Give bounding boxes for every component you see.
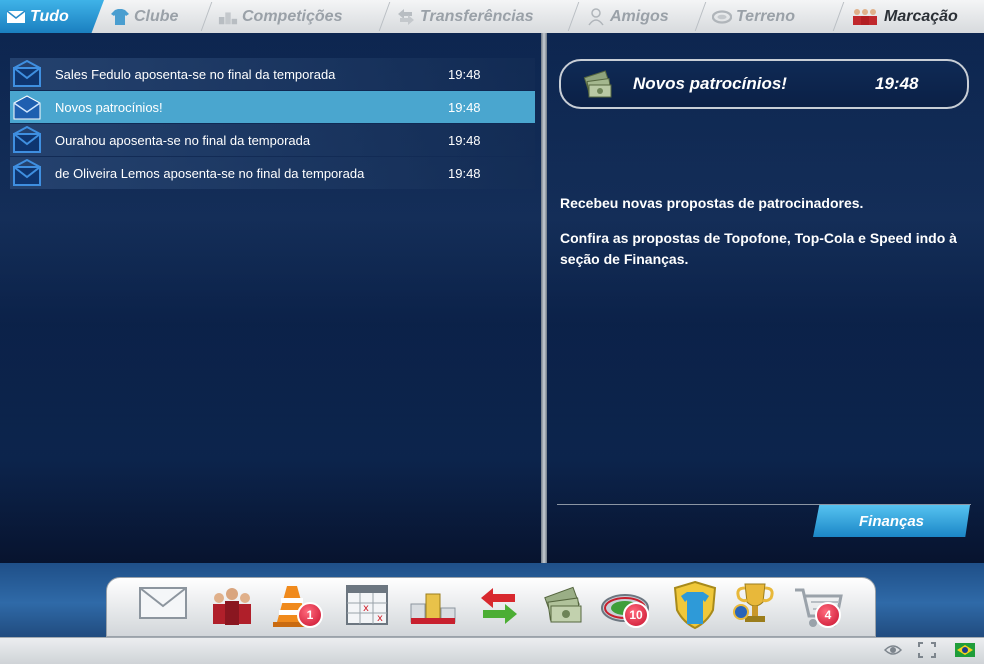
svg-text:x: x [377,613,383,624]
message-title: Novos patrocínios! [633,74,787,93]
tab-marcacao[interactable]: Marcação [844,0,984,33]
dock-competitions-button[interactable] [405,578,461,634]
dock-mail-button[interactable] [135,578,191,634]
message-row[interactable]: de Oliveira Lemos aposenta-se no final d… [10,157,535,189]
eye-icon[interactable] [884,642,902,658]
envelope-open-icon [13,95,41,120]
message-subject: Novos patrocínios! [55,99,163,115]
tab-tudo[interactable]: Tudo [0,0,104,33]
status-bar [0,637,984,664]
dock-training-button[interactable]: 1 [267,578,323,634]
bottom-dock: 1 xx 10 4 [106,577,876,637]
envelope-icon [6,9,26,23]
dock-transfers-button[interactable] [471,578,527,634]
top-tab-bar: Tudo Clube Competições Transferências Am… [0,0,984,34]
dock-club-button[interactable] [667,578,723,634]
money-icon [583,70,612,98]
dock-shop-button[interactable]: 4 [791,578,847,634]
podium-icon [410,593,456,624]
message-row-selected[interactable]: Novos patrocínios! 19:48 [10,91,535,123]
envelope-icon [13,126,41,153]
tab-label: Clube [134,7,179,25]
tab-label: Marcação [884,7,958,25]
svg-text:x: x [363,603,369,614]
person-icon [588,7,604,25]
tab-transferencias[interactable]: Transferências [390,0,578,33]
financas-button[interactable]: Finanças [813,505,970,537]
dock-trophies-button[interactable] [727,578,783,634]
trophy-icon [733,583,774,622]
envelope-icon [13,60,41,87]
message-row[interactable]: Ourahou aposenta-se no final da temporad… [10,124,535,156]
message-time: 19:48 [448,165,481,181]
tab-clube[interactable]: Clube [104,0,204,33]
message-row[interactable]: Sales Fedulo aposenta-se no final da tem… [10,58,535,90]
brazil-flag-icon[interactable] [955,642,975,658]
shirt-shield-icon [673,580,717,630]
tab-label: Tudo [30,7,69,25]
dock-stadium-button[interactable]: 10 [599,578,655,634]
fullscreen-icon[interactable] [918,642,936,658]
message-paragraph: Confira as propostas de Topofone, Top-Co… [560,230,957,267]
transfer-arrows-icon [398,8,414,25]
notification-badge: 1 [297,602,323,628]
tab-label: Transferências [420,7,534,25]
money-icon [544,586,582,623]
tab-amigos[interactable]: Amigos [580,0,698,33]
tab-label: Amigos [610,7,669,25]
tab-competicoes[interactable]: Competições [212,0,382,33]
separator [557,504,971,505]
notification-badge: 10 [623,602,649,628]
message-subject: de Oliveira Lemos aposenta-se no final d… [55,165,365,181]
message-paragraph: Recebeu novas propostas de patrocinadore… [560,195,864,211]
dock-finances-button[interactable] [537,578,593,634]
shirt-icon [111,8,129,25]
tab-terreno[interactable]: Terreno [706,0,836,33]
message-time: 19:48 [875,74,919,93]
message-subject: Sales Fedulo aposenta-se no final da tem… [55,66,336,82]
message-time: 19:48 [448,132,481,148]
message-subject: Ourahou aposenta-se no final da temporad… [55,132,311,148]
calendar-icon: xx [346,585,388,625]
podium-icon [218,11,238,24]
message-body: Recebeu novas propostas de patrocinadore… [560,193,960,284]
envelope-icon [13,159,41,186]
team-players-icon [213,588,251,625]
tab-label: Terreno [736,7,795,25]
notification-badge: 4 [815,602,841,628]
mail-icon [139,587,187,619]
dock-team-button[interactable] [203,578,259,634]
stadium-icon [712,9,732,24]
message-header: Novos patrocínios! 19:48 [559,59,969,109]
message-time: 19:48 [448,66,481,82]
players-icon [853,8,877,25]
message-time: 19:48 [448,99,481,115]
message-list-panel: Sales Fedulo aposenta-se no final da tem… [0,33,541,563]
message-detail-panel: Novos patrocínios! 19:48 Recebeu novas p… [547,33,984,563]
transfer-arrows-icon [481,588,517,624]
dock-calendar-button[interactable]: xx [339,578,395,634]
tab-label: Competições [242,7,343,25]
